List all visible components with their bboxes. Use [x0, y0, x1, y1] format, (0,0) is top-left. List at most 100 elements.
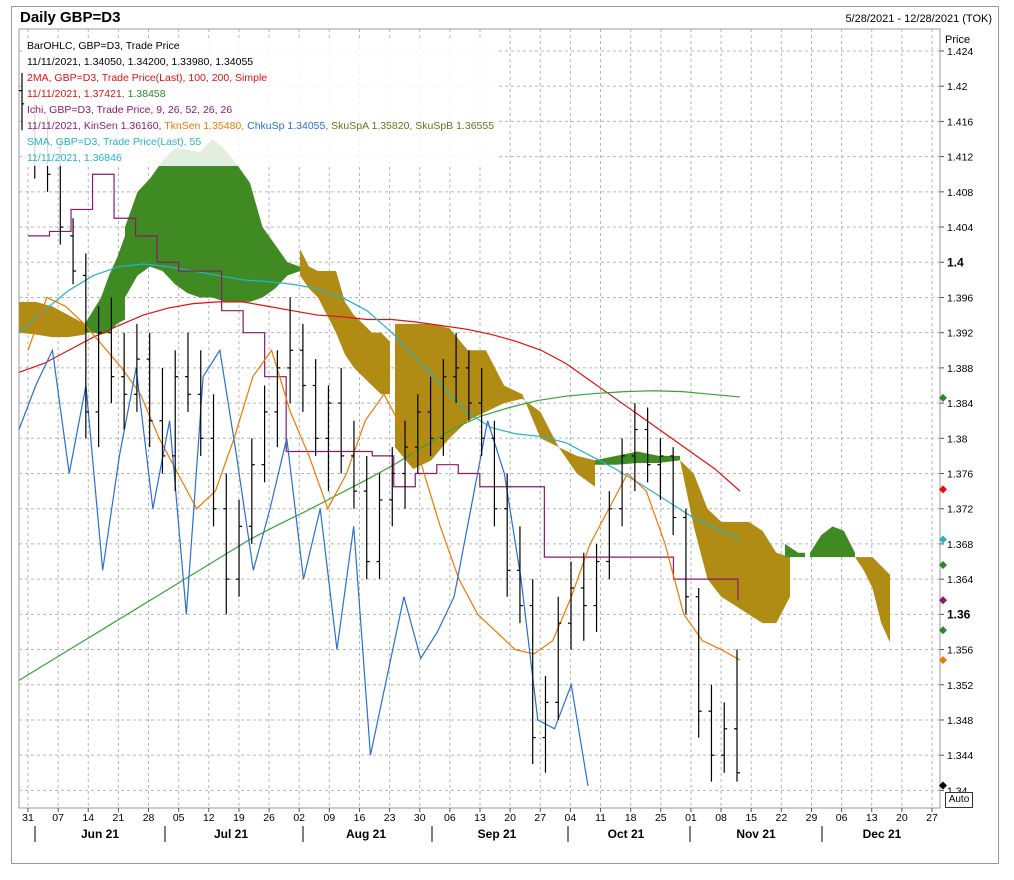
x-tick-label: 21 — [113, 812, 125, 824]
ohlc-bar — [376, 473, 383, 580]
y-tick-label: 1.36 — [947, 607, 971, 621]
legend-row: SMA, GBP=D3, Trade Price(Last), 55 — [27, 134, 494, 150]
y-tick-label: 1.372 — [947, 504, 973, 516]
legend-text: TknSen 1.35480, — [164, 120, 248, 132]
x-tick-label: 27 — [534, 812, 546, 824]
cloud-bullish — [810, 526, 855, 558]
x-tick-label: 09 — [323, 812, 335, 824]
x-tick-label: 13 — [474, 812, 486, 824]
y-tick-label: 1.368 — [947, 539, 973, 551]
ohlc-bar — [248, 438, 255, 544]
legend-text: SkuSpA 1.35820, SkuSpB 1.36555 — [331, 120, 495, 132]
legend-text: BarOHLC, GBP=D3, Trade Price — [27, 40, 180, 52]
y-tick-label: 1.38 — [947, 433, 968, 445]
y-tick-label: 1.364 — [947, 574, 973, 586]
x-tick-label: 27 — [926, 812, 938, 824]
ohlc-bar — [516, 526, 523, 624]
x-tick-label: 22 — [775, 812, 787, 824]
x-month-label: Sep 21 — [478, 827, 517, 841]
legend-text: 11/11/2021, 1.37421 — [27, 88, 122, 100]
y-tick-label: 1.348 — [947, 715, 973, 727]
ohlc-bar — [734, 649, 740, 782]
x-tick-label: 28 — [143, 812, 155, 824]
x-tick-label: 06 — [444, 812, 456, 824]
ohlc-bar — [312, 359, 319, 456]
y-tick-label: 1.404 — [947, 222, 973, 234]
x-tick-label: 18 — [625, 812, 637, 824]
cloud-bearish — [855, 557, 890, 643]
ohlc-bar — [708, 684, 715, 782]
y-tick-label: 1.388 — [947, 363, 973, 375]
legend-row: 11/11/2021, 1.34050, 1.34200, 1.33980, 1… — [27, 54, 494, 70]
x-tick-label: 16 — [354, 812, 366, 824]
cloud-bullish — [85, 235, 125, 335]
x-tick-label: 12 — [203, 812, 215, 824]
x-tick-label: 31 — [22, 812, 34, 824]
ohlc-bar — [274, 350, 281, 448]
y-tick-label: 1.356 — [947, 645, 973, 657]
x-tick-label: 19 — [233, 812, 245, 824]
y-tick-label: 1.416 — [947, 116, 973, 128]
x-tick-label: 08 — [715, 812, 727, 824]
ohlc-bar — [695, 587, 702, 738]
ohlc-bar — [121, 332, 128, 430]
ohlc-bar — [172, 350, 179, 492]
legend-row: 11/11/2021, KinSen 1.36160, TknSen 1.354… — [27, 118, 494, 134]
legend-text: ChkuSp 1.34055, — [247, 120, 332, 132]
legend-text: 2MA, GBP=D3, Trade Price(Last), 100, 200… — [27, 72, 268, 84]
y-axis-title: Price — [945, 34, 970, 46]
x-tick-label: 06 — [836, 812, 848, 824]
legend-text: 11/11/2021, KinSen 1.36160, — [27, 120, 165, 132]
y-tick-label: 1.384 — [947, 398, 973, 410]
ohlc-bar — [542, 675, 549, 773]
x-tick-label: 29 — [806, 812, 818, 824]
legend-text: 11/11/2021, 1.36846 — [27, 152, 122, 164]
series-line — [18, 348, 589, 787]
x-tick-label: 30 — [414, 812, 426, 824]
legend-text: SMA, GBP=D3, Trade Price(Last), 55 — [27, 136, 202, 148]
legend-text: 11/11/2021, 1.34050, 1.34200, 1.33980, 1… — [27, 56, 254, 68]
ohlc-bar — [325, 385, 332, 492]
x-tick-label: 02 — [293, 812, 305, 824]
ohlc-bar — [657, 438, 664, 500]
ohlc-bar — [721, 702, 728, 773]
legend-row: 11/11/2021, 1.37421, 1.38458 — [27, 86, 494, 102]
ohlc-bar — [350, 420, 357, 509]
x-tick-label: 26 — [263, 812, 275, 824]
ohlc-bar — [159, 367, 166, 474]
ohlc-bar — [287, 297, 294, 404]
x-tick-label: 07 — [52, 812, 64, 824]
cloud-bearish — [300, 249, 390, 395]
ohlc-bar — [619, 438, 626, 527]
ohlc-bar — [236, 499, 243, 597]
x-month-label: Dec 21 — [863, 827, 902, 841]
y-tick-label: 1.344 — [947, 750, 973, 762]
y-tick-label: 1.392 — [947, 328, 973, 340]
ohlc-bar — [555, 596, 562, 720]
ohlc-bar — [299, 323, 306, 412]
x-tick-label: 15 — [745, 812, 757, 824]
cloud-bullish — [785, 543, 805, 558]
ohlc-bar — [261, 385, 268, 483]
legend-text: , 1.38458 — [121, 88, 166, 100]
x-tick-label: 20 — [896, 812, 908, 824]
ohlc-bar — [504, 473, 511, 597]
ohlc-bar — [338, 367, 345, 474]
cloud-bullish — [595, 451, 680, 465]
legend-row: BarOHLC, GBP=D3, Trade Price — [27, 38, 494, 54]
cloud-bearish — [680, 460, 790, 624]
y-tick-label: 1.4 — [947, 255, 964, 269]
y-tick-label: 1.396 — [947, 292, 973, 304]
x-tick-label: 14 — [82, 812, 94, 824]
x-tick-label: 25 — [655, 812, 667, 824]
x-month-label: Nov 21 — [736, 827, 776, 841]
ohlc-bar — [363, 455, 370, 580]
x-tick-label: 04 — [565, 812, 577, 824]
legend-row: 2MA, GBP=D3, Trade Price(Last), 100, 200… — [27, 70, 494, 86]
x-tick-label: 13 — [866, 812, 878, 824]
y-tick-label: 1.412 — [947, 152, 973, 164]
x-tick-label: 01 — [685, 812, 697, 824]
cloud-bearish — [19, 301, 85, 338]
auto-scale-button[interactable]: Auto — [945, 792, 973, 808]
ohlc-bar — [529, 579, 536, 764]
